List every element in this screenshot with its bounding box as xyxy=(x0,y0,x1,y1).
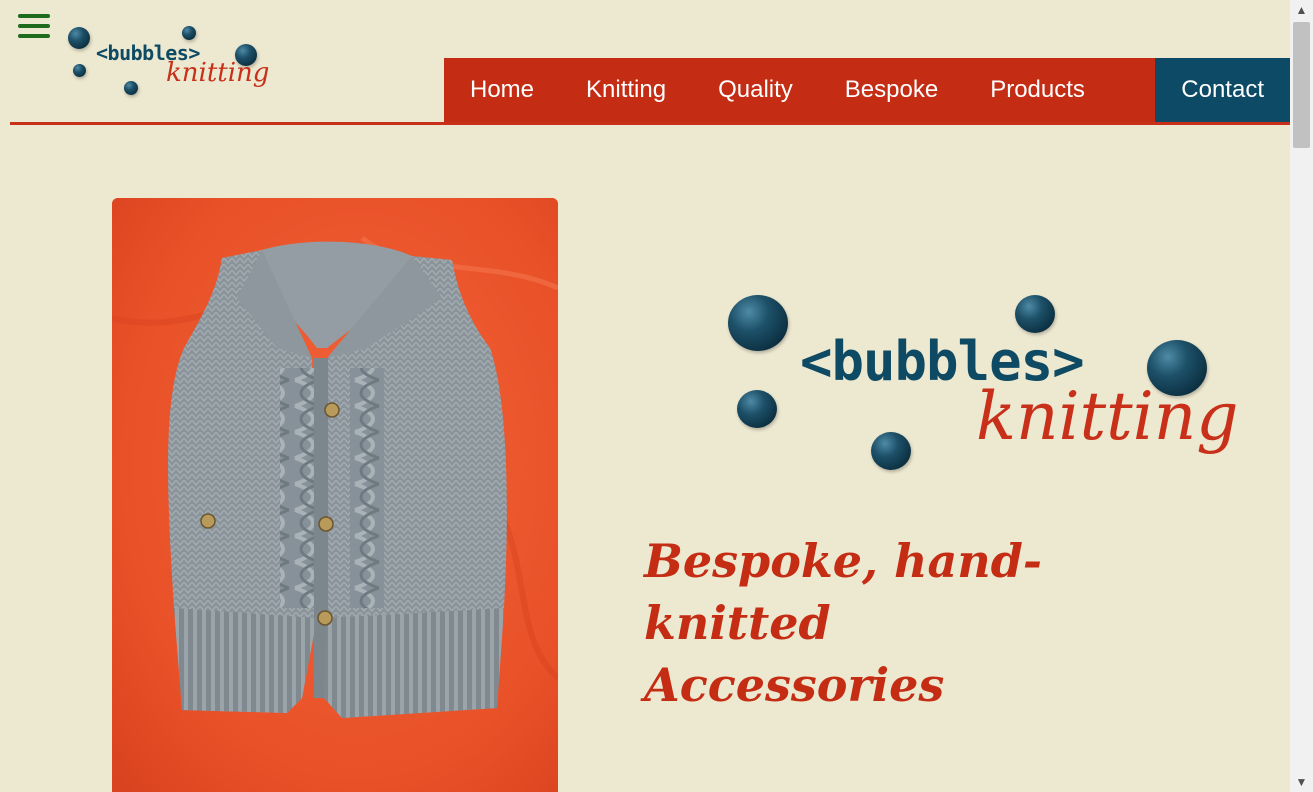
hero-tagline: Bespoke, hand-knitted Accessories xyxy=(644,530,1204,716)
main-nav: Home Knitting Quality Bespoke Products C… xyxy=(444,58,1290,122)
nav-item-products[interactable]: Products xyxy=(964,58,1111,122)
site-logo[interactable]: <bubbles> knitting xyxy=(60,18,270,108)
bubble-icon xyxy=(124,81,138,95)
tagline-line-1: Bespoke, hand-knitted xyxy=(644,534,1043,650)
bubble-icon xyxy=(182,26,196,40)
nav-item-contact[interactable]: Contact xyxy=(1155,58,1290,122)
hero-logo: <bubbles> knitting xyxy=(720,290,1239,490)
bubble-icon xyxy=(1015,295,1055,333)
nav-item-home[interactable]: Home xyxy=(444,58,560,122)
bubble-icon xyxy=(728,295,788,351)
hamburger-menu-icon[interactable] xyxy=(18,14,52,44)
bubble-icon xyxy=(73,64,86,77)
chevron-down-icon[interactable]: ▼ xyxy=(1290,772,1313,792)
nav-item-bespoke[interactable]: Bespoke xyxy=(819,58,964,122)
logo-brand-script: knitting xyxy=(166,58,270,88)
hero-photo-knitted-vest xyxy=(112,198,558,792)
nav-item-knitting[interactable]: Knitting xyxy=(560,58,692,122)
bubble-icon xyxy=(737,390,777,428)
knitted-vest-illustration xyxy=(112,198,558,792)
scrollbar-thumb[interactable] xyxy=(1293,22,1310,148)
header-divider xyxy=(10,122,1290,125)
chevron-up-icon[interactable]: ▲ xyxy=(1290,0,1313,20)
tagline-line-2: Accessories xyxy=(644,658,945,712)
bubble-icon xyxy=(871,432,911,470)
nav-item-quality[interactable]: Quality xyxy=(692,58,819,122)
hero-logo-brand-script: knitting xyxy=(976,378,1239,455)
bubble-icon xyxy=(68,27,90,49)
vertical-scrollbar[interactable]: ▲ ▼ xyxy=(1290,0,1313,792)
page: <bubbles> knitting Home Knitting Quality… xyxy=(0,0,1313,792)
